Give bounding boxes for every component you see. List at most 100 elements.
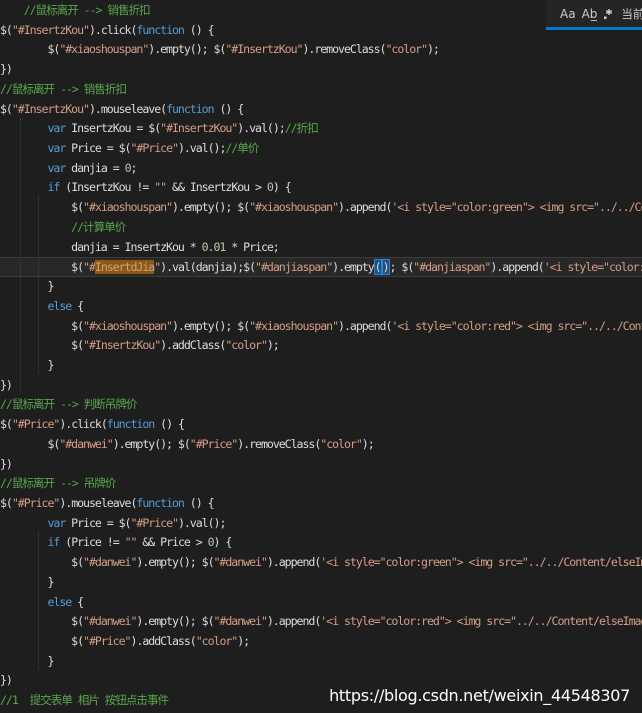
code-token: } (0, 357, 54, 372)
code-token: && InsertzKou > (166, 180, 267, 195)
code-token: ).empty(); $( (171, 200, 250, 215)
code-line[interactable]: $("#xiaoshouspan").empty(); $("#xiaoshou… (0, 198, 642, 218)
code-string: '<i style="color:green"> <img src="../..… (320, 555, 642, 570)
code-token: ).append( (338, 318, 392, 333)
code-token: ).append( (266, 555, 321, 570)
code-token: }) (0, 456, 13, 471)
code-line[interactable]: //鼠标离开 --> 销售折扣 (0, 1, 151, 21)
code-line[interactable]: $("#Price").click(function () { (0, 415, 185, 435)
code-token: ).empty (332, 260, 375, 275)
code-token: ).empty(); $( (171, 318, 250, 333)
code-line[interactable]: var Price = $("#Price").val(); (0, 514, 227, 534)
code-string: '<i style="color:red"> <img src="../../C… (320, 614, 642, 629)
watermark: https://blog.csdn.net/weixin_44548307 (329, 686, 630, 705)
code-string: "#xiaoshouspan" (83, 200, 173, 215)
code-line[interactable]: var InsertzKou = $("#InsertzKou").val();… (0, 119, 318, 139)
code-comment: //鼠标离开 --> 吊牌价 (0, 476, 116, 491)
code-line[interactable]: //鼠标离开 --> 判断吊牌价 (0, 395, 137, 415)
code-keyword: var (47, 515, 66, 530)
code-line[interactable]: $("#xiaoshouspan").empty(); $("#xiaoshou… (0, 317, 642, 337)
code-token: } (0, 574, 54, 589)
code-line[interactable]: $("#danwei").empty(); $("#danwei").appen… (0, 553, 642, 573)
code-line[interactable]: $("#xiaoshouspan").empty(); $("#InsertzK… (0, 40, 439, 60)
code-token: $( (0, 417, 13, 432)
matched-brace: ( (373, 259, 382, 276)
code-string: "#Price" (83, 634, 132, 649)
code-token: ).append( (490, 260, 544, 275)
code-token: }) (0, 377, 13, 392)
code-token: $( (0, 22, 13, 37)
code-line[interactable]: }) (0, 455, 13, 475)
code-token: $( (0, 338, 84, 353)
code-string: "#Price" (11, 496, 61, 510)
code-line[interactable]: $("#danwei").empty(); $("#Price").remove… (0, 435, 374, 455)
code-comment: //单价 (225, 141, 259, 156)
code-line[interactable]: } (0, 277, 54, 297)
code-string: "" (124, 535, 138, 550)
code-line[interactable]: else { (0, 297, 84, 317)
code-token: $( (0, 436, 60, 451)
current-code-line[interactable]: $("#InsertdJia").val(danjia);$("#danjias… (0, 257, 642, 278)
code-token: InsertzKou = $( (65, 121, 161, 136)
code-line[interactable]: }) (0, 376, 13, 396)
code-keyword: var (47, 141, 66, 156)
code-number: 0.01 (201, 239, 227, 254)
code-string: "#danjiaspan" (413, 260, 491, 275)
code-token: ).append( (338, 200, 392, 215)
code-line[interactable]: //计算单价 (0, 218, 126, 238)
code-line[interactable]: if (InsertzKou != "" && InsertzKou > 0) … (0, 178, 291, 198)
code-token: () { (183, 496, 215, 510)
code-token: ).val(); (177, 515, 227, 530)
code-token: $( (0, 260, 84, 275)
code-token: ).empty(); $( (112, 436, 191, 451)
code-token: danjia = (65, 160, 125, 175)
match-case-button[interactable]: Aa (560, 5, 576, 23)
code-keyword: else (47, 594, 72, 609)
code-line[interactable]: else { (0, 593, 84, 613)
code-line[interactable]: }) (0, 60, 13, 80)
code-token: ).val(danjia);$( (160, 260, 256, 275)
code-token: $( (0, 101, 13, 116)
code-line[interactable]: $("#Price").mouseleave(function () { (0, 494, 215, 514)
code-token: $( (0, 318, 84, 333)
code-token: $( (0, 634, 84, 649)
asterisk-regex-icon (604, 8, 613, 19)
code-token: (Price != (59, 535, 125, 550)
code-token: ); (427, 42, 440, 57)
code-line[interactable]: //鼠标离开 --> 销售折扣 (0, 80, 127, 100)
search-scope-label[interactable]: 当前文档 (621, 6, 642, 22)
code-token: ).val(); (237, 121, 286, 136)
code-line[interactable]: //鼠标离开 --> 吊牌价 (0, 474, 116, 494)
code-line[interactable]: $("#InsertzKou").addClass("color"); (0, 336, 280, 356)
code-token: } (0, 653, 54, 668)
code-line[interactable]: $("#danwei").empty(); $("#danwei").appen… (0, 612, 642, 632)
regex-button[interactable] (603, 5, 615, 23)
code-token: ) { (213, 535, 233, 550)
code-token: && Price > (136, 535, 208, 550)
code-line[interactable]: }) (0, 671, 13, 691)
code-line[interactable]: } (0, 573, 54, 593)
code-token: { (71, 298, 84, 313)
code-line[interactable]: var Price = $("#Price").val();//单价 (0, 139, 259, 159)
code-line[interactable]: $("#InsertzKou").mouseleave(function () … (0, 100, 244, 120)
code-line[interactable]: $("#InsertzKou").click(function () { (0, 21, 215, 41)
code-token: $( (0, 496, 13, 510)
whole-word-button[interactable]: Ab̲ (582, 5, 598, 23)
code-line[interactable]: } (0, 652, 54, 672)
code-token: ; $( (389, 260, 415, 275)
code-string: '<i style="color:green"> <img src="../..… (543, 260, 642, 275)
code-token: () { (183, 22, 215, 37)
code-line[interactable]: //1 提交表单 相片 按钮点击事件 (0, 691, 169, 711)
code-token: }) (0, 673, 13, 688)
code-line[interactable]: if (Price != "" && Price > 0) { (0, 533, 233, 553)
code-line[interactable]: } (0, 356, 54, 376)
code-editor[interactable]: //鼠标离开 --> 销售折扣 $("#InsertzKou").click(fu… (0, 0, 642, 713)
code-string: "#Price" (189, 436, 239, 451)
code-string: "#InsertzKou" (225, 42, 303, 57)
code-string: "#xiaoshouspan" (249, 318, 339, 333)
code-string: "#InsertzKou" (11, 101, 90, 116)
code-line[interactable]: danjia = InsertzKou * 0.01 * Price; (0, 238, 280, 258)
code-string: "#Price" (130, 141, 179, 156)
